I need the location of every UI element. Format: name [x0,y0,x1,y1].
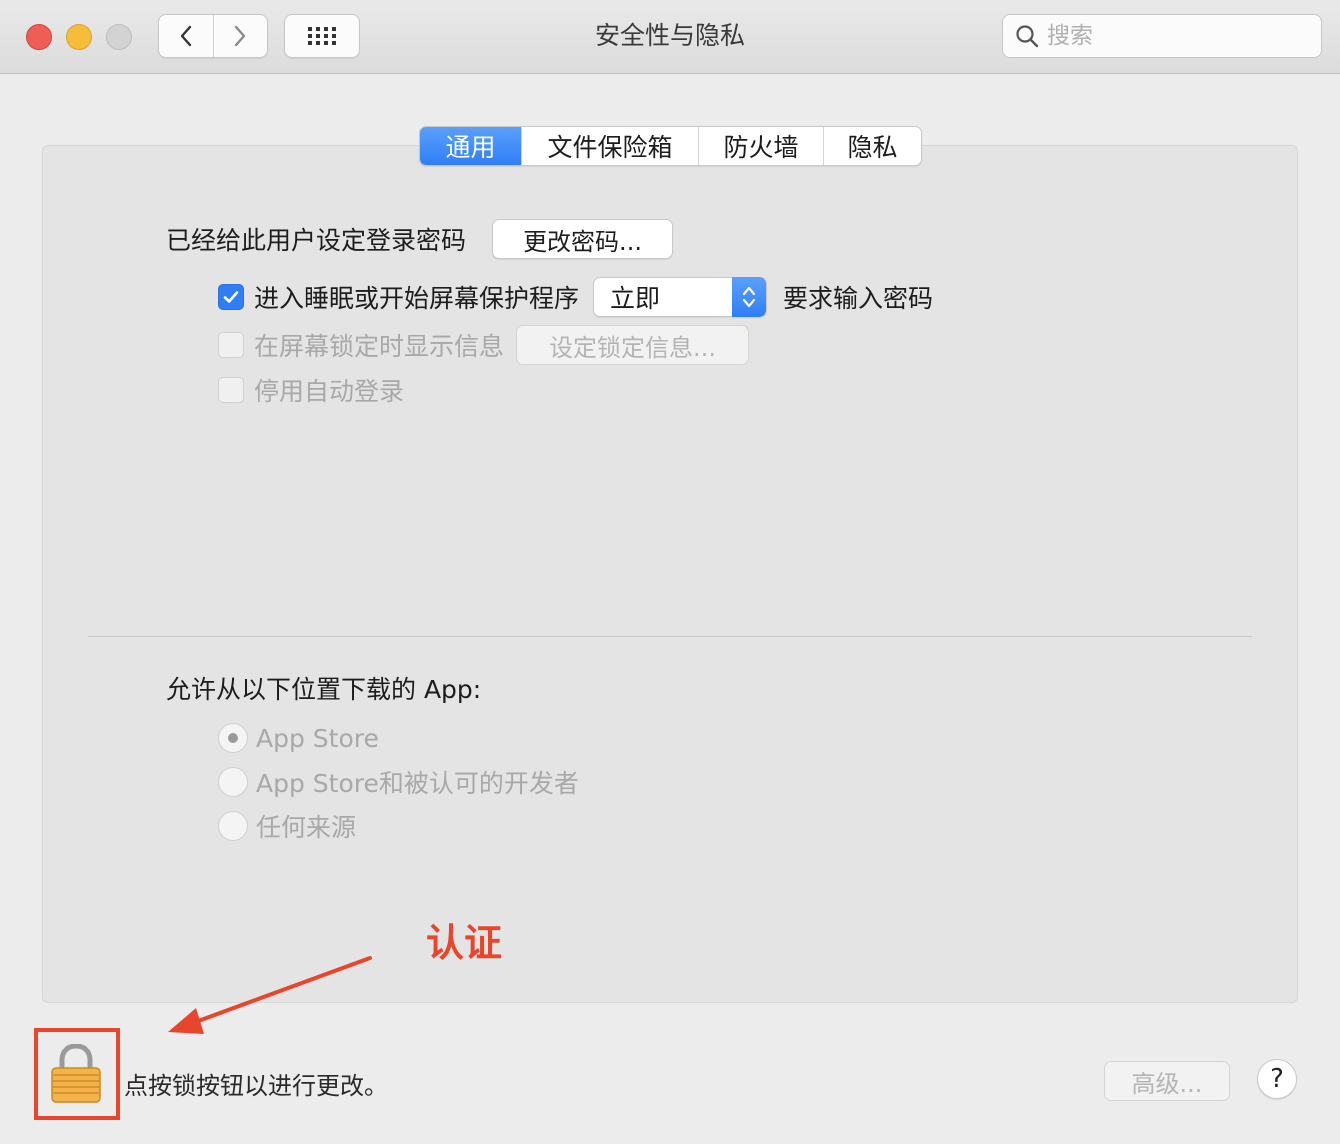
settings-panel [42,145,1298,1003]
radio-anywhere-label: 任何来源 [256,813,357,842]
download-option-row: App Store和被认可的开发者 [218,762,579,802]
require-password-checkbox[interactable] [218,284,244,310]
lock-icon[interactable] [48,1044,104,1104]
disable-autologin-row: 停用自动登录 [218,370,404,410]
radio-app-store-identified[interactable] [218,767,248,797]
chevron-right-icon [235,25,246,47]
show-message-label: 在屏幕锁定时显示信息 [254,332,505,361]
zoom-window-button[interactable] [106,24,132,50]
set-lock-message-button[interactable]: 设定锁定信息... [516,325,750,365]
downloads-heading: 允许从以下位置下载的 App: [166,668,481,708]
show-message-checkbox[interactable] [218,332,244,358]
search-icon [1016,25,1039,48]
require-password-label: 进入睡眠或开始屏幕保护程序 [254,284,580,313]
radio-anywhere[interactable] [218,811,248,841]
require-password-row: 进入睡眠或开始屏幕保护程序 立即 要求输入密码 [218,277,933,317]
radio-app-store-label: App Store [256,723,379,753]
navigation-buttons [158,14,268,58]
password-row: 已经给此用户设定登录密码 更改密码... [166,219,674,259]
disable-autologin-label: 停用自动登录 [254,377,405,406]
up-down-chevron-icon [742,286,756,308]
annotation-arrow-icon [168,956,372,1034]
preferences-window: 安全性与隐私 通用 文件保险箱 防火墙 隐私 已经给此用户设定登录密码 更改密码… [0,0,1340,1144]
downloads-heading-label: 允许从以下位置下载的 App: [166,675,482,704]
title-bar: 安全性与隐私 [0,0,1340,74]
grid-icon [308,27,336,45]
require-password-delay-select[interactable]: 立即 [593,277,768,317]
require-password-suffix-label: 要求输入密码 [783,284,934,313]
tab-bar: 通用 文件保险箱 防火墙 隐私 [419,126,922,166]
tab-filevault[interactable]: 文件保险箱 [521,127,698,165]
close-window-button[interactable] [26,24,52,50]
show-message-row: 在屏幕锁定时显示信息 设定锁定信息... [218,325,750,365]
search-field[interactable] [1002,14,1322,58]
tab-privacy[interactable]: 隐私 [823,127,921,165]
radio-app-store[interactable] [218,723,248,753]
radio-app-store-identified-label: App Store和被认可的开发者 [256,769,579,798]
download-option-row: App Store [218,718,379,758]
section-divider [88,636,1252,637]
download-option-row: 任何来源 [218,806,356,846]
advanced-button[interactable]: 高级... [1104,1061,1230,1101]
select-stepper[interactable] [732,277,767,317]
disable-autologin-checkbox[interactable] [218,377,244,403]
lock-hint-text: 点按锁按钮以进行更改。 [124,1072,388,1100]
password-status-label: 已经给此用户设定登录密码 [166,226,467,255]
tab-firewall[interactable]: 防火墙 [698,127,823,165]
minimize-window-button[interactable] [66,24,92,50]
change-password-button[interactable]: 更改密码... [492,219,674,259]
select-value: 立即 [610,284,661,313]
radio-selected-dot [228,733,238,743]
search-input[interactable] [1047,23,1297,49]
show-all-button[interactable] [284,14,360,58]
chevron-left-icon [180,25,191,47]
checkmark-icon [223,291,239,303]
annotation-label: 认证 [426,921,503,965]
back-button[interactable] [159,15,213,57]
tab-general[interactable]: 通用 [420,127,521,165]
help-button[interactable]: ? [1257,1059,1297,1099]
forward-button[interactable] [212,15,268,57]
window-title: 安全性与隐私 [594,21,745,50]
